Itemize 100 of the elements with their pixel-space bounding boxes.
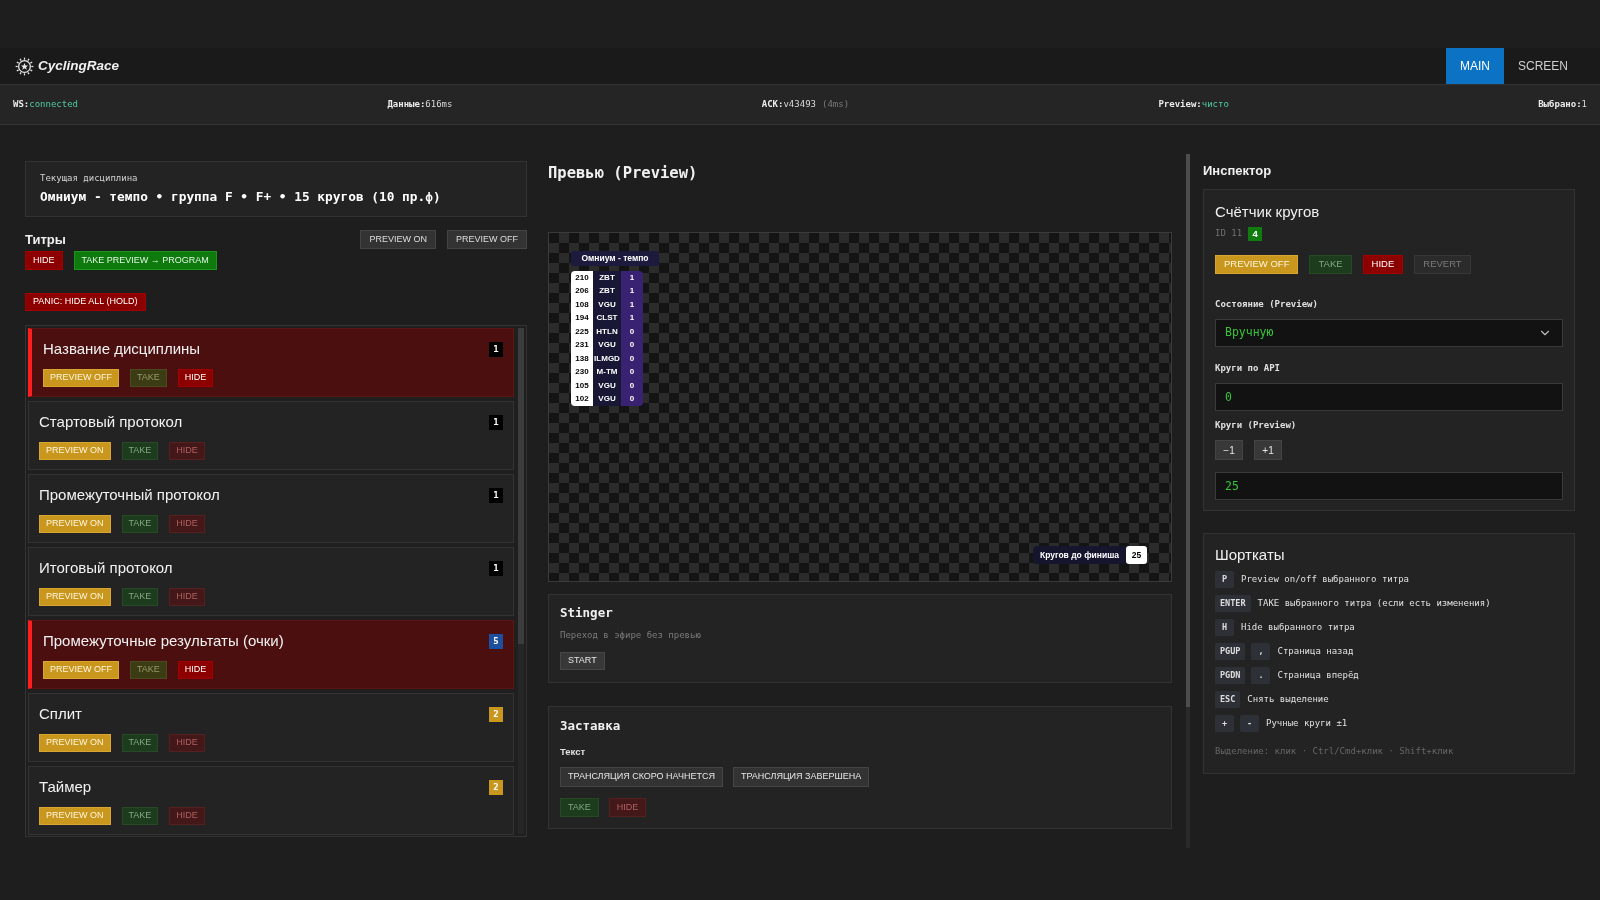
preview-button[interactable]: PREVIEW ON [39,442,111,460]
state-select[interactable]: Вручную [1215,319,1563,347]
count-badge: 2 [489,780,503,795]
field-label: Состояние (Preview) [1215,298,1319,310]
count-badge: 1 [489,342,503,357]
shortcut-key: - [1240,715,1259,732]
hide-button[interactable]: HIDE [169,734,205,752]
api-laps-field[interactable]: 0 [1215,383,1563,411]
overlay-title: Омниум - темпо [571,251,659,266]
count-badge: 1 [489,415,503,430]
hide-button[interactable]: HIDE [608,798,647,817]
shortcut-description: TAKE выбранного титра (если есть изменения) [1257,596,1491,610]
hide-button[interactable]: HIDE [25,251,63,270]
count-badge: 4 [1248,227,1263,241]
shortcut-key: ESC [1215,691,1241,708]
hide-button[interactable]: HIDE [177,369,214,387]
nav-tab[interactable]: SCREEN [1504,48,1582,84]
hide-button[interactable]: HIDE [169,515,205,533]
field-label: Текст [560,746,586,758]
title-item-name: Таймер [39,777,92,797]
panic-button[interactable]: PANIC: HIDE ALL (HOLD) [25,293,146,311]
shortcut-key: ENTER [1215,595,1251,612]
start-button[interactable]: START [560,652,605,670]
scrollbar-thumb[interactable] [1185,154,1190,707]
status-label: Данные: [387,97,426,111]
preview-button[interactable]: PREVIEW ON [39,515,111,533]
table-cell: 108 [571,298,593,312]
discipline-value: Омниум - темпо • группа F • F+ • 15 кругов (10 пр.ф) [40,191,442,204]
table-cell: 225 [571,325,593,339]
preview-button[interactable]: PREVIEW OFF [1215,255,1299,274]
take-button[interactable]: TAKE [121,807,159,825]
card-title: Заставка [560,718,621,734]
preview-button[interactable]: PREVIEW ON [39,588,111,606]
preview-laps-field[interactable]: 25 [1215,472,1563,500]
preview-button[interactable]: PREVIEW OFF [43,369,119,387]
hide-button[interactable]: HIDE [169,588,205,606]
star-emblem-icon [15,56,34,76]
text-option-button[interactable]: ТРАНСЛЯЦИЯ ЗАВЕРШЕНА [732,767,870,787]
shortcut-key: . [1251,667,1271,684]
status-value: чисто [1201,97,1229,111]
take-button[interactable]: TAKE [130,661,167,679]
title-item-name: Название дисциплины [43,339,201,359]
take-button[interactable]: TAKE [1309,255,1352,274]
laps-label: Кругов до финиша [1033,546,1126,564]
take-button[interactable]: TAKE PREVIEW → PROGRAM [73,251,217,270]
status-value: connected [29,97,79,111]
title-item-name: Промежуточный протокол [39,485,220,505]
count-badge: 2 [489,707,503,722]
shortcut-description: Preview on/off выбранного титра [1241,572,1409,586]
hide-button[interactable]: HIDE [169,442,205,460]
shortcut-key: PGDN [1215,667,1246,684]
preview-button[interactable]: PREVIEW ON [360,230,436,249]
step-button[interactable]: +1 [1254,440,1282,460]
take-button[interactable]: TAKE [130,369,167,387]
laps-value: 25 [1126,546,1147,564]
title-list-item[interactable]: Промежуточные результаты (очки) 5 PREVIEW OFF TAKE HIDE [28,620,514,689]
take-button[interactable]: TAKE [560,798,599,817]
title-list-item[interactable]: Промежуточный протокол 1 PREVIEW ON TAKE HIDE [28,474,514,543]
title-item-name: Промежуточные результаты (очки) [43,631,284,651]
take-button[interactable]: TAKE [121,588,159,606]
card-title: Счётчик кругов [1215,202,1321,222]
hide-button[interactable]: HIDE [1362,255,1404,274]
item-id: ID 11 [1215,227,1243,241]
take-button[interactable]: TAKE [121,442,159,460]
status-value: 1 [1581,97,1587,111]
table-cell: 138 [571,352,593,366]
field-label: Круги (Preview) [1215,419,1298,431]
scrollbar-thumb[interactable] [518,328,524,644]
take-button[interactable]: TAKE [121,515,159,533]
status-label: Preview: [1158,97,1202,111]
table-cell: 210 [571,271,593,285]
shortcut-description: Снять выделение [1247,692,1329,706]
preview-button[interactable]: PREVIEW ON [39,734,111,752]
app-logo-text: CyclingRace [38,56,120,75]
table-cell: HTLN [593,325,621,339]
preview-button[interactable]: PREVIEW ON [39,807,111,825]
take-button[interactable]: TAKE [121,734,159,752]
shortcut-key: PGUP [1215,643,1246,660]
title-list-item[interactable]: Итоговый протокол 1 PREVIEW ON TAKE HIDE [28,547,514,616]
selection-hint: Выделение: клик · Ctrl/Cmd+клик · Shift+клик [1215,745,1455,758]
hide-button[interactable]: HIDE [169,807,205,825]
status-label: Выбрано: [1538,97,1582,111]
preview-button[interactable]: PREVIEW OFF [43,661,119,679]
nav-tab[interactable]: MAIN [1446,48,1504,84]
section-title: Превью (Preview) [548,164,699,182]
title-list-item[interactable]: Таймер 2 PREVIEW ON TAKE HIDE [28,766,514,835]
title-item-name: Сплит [39,704,82,724]
table-cell: 0 [621,325,643,339]
title-list-item[interactable]: Название дисциплины 1 PREVIEW OFF TAKE HIDE [28,328,514,397]
table-cell: VGU [593,379,621,393]
status-label: WS: [13,97,30,111]
text-option-button[interactable]: ТРАНСЛЯЦИЯ СКОРО НАЧНЕТСЯ [560,767,723,787]
preview-button[interactable]: PREVIEW OFF [447,230,527,249]
table-cell: 105 [571,379,593,393]
title-list-item[interactable]: Стартовый протокол 1 PREVIEW ON TAKE HIDE [28,401,514,470]
hide-button[interactable]: HIDE [177,661,214,679]
shortcut-key: P [1215,571,1234,588]
title-list-item[interactable]: Сплит 2 PREVIEW ON TAKE HIDE [28,693,514,762]
status-label: ACK: [761,97,784,111]
step-button[interactable]: −1 [1215,440,1243,460]
